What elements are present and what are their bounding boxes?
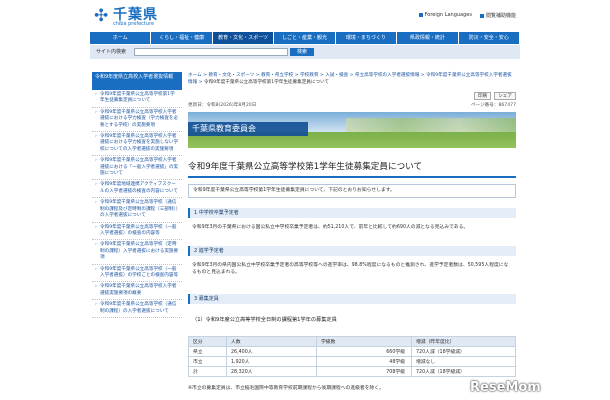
table-header: 増減（昨年度比） xyxy=(411,336,516,347)
sidebar-item[interactable]: 令和9年度千葉県公立高等学校第1学年生徒募集定員について xyxy=(92,90,182,108)
section-heading: 3 募集定員 xyxy=(188,294,516,304)
breadcrumb-link[interactable]: 学校教育 xyxy=(300,73,318,78)
logo-subtext: chiba prefecture xyxy=(113,21,155,27)
table-cell: 48学級 xyxy=(316,356,412,367)
sidebar-item[interactable]: 令和9年度千葉県公立高等学校（通信制の課程及び定時制の課程（三部制））の入学者選… xyxy=(92,198,182,223)
banner-title: 千葉県教育委員会 xyxy=(188,122,308,136)
breadcrumb-link[interactable]: 教育・文化・スポーツ xyxy=(208,73,254,78)
lead-box: 令和9年度千葉県公立高等学校第1学年生徒募集定員について、下記のとおりお知らせし… xyxy=(188,184,516,198)
sidebar: 令和9年度県立高校入学者選抜情報 令和9年度千葉県公立高等学校第1学年生徒募集定… xyxy=(92,72,182,400)
square-bullet-icon xyxy=(418,12,423,17)
table-caption: （1）令和9年度公立高等学校全日制の課程第1学年の募集定員 xyxy=(192,317,337,323)
search-label: サイト内検索 xyxy=(96,49,127,55)
table-cell: 1,920人 xyxy=(226,356,317,367)
table-cell: 720人減（18学級減） xyxy=(411,346,516,357)
table-cell: 708学級 xyxy=(316,366,412,377)
table-header: 区分 xyxy=(188,336,227,347)
table-cell: 28,320人 xyxy=(226,366,317,377)
sidebar-item[interactable]: 令和9年度地域連携アクティブスクールの入学者選抜の検査の内容について xyxy=(92,180,182,199)
resemom-watermark: ReseMom xyxy=(470,380,541,395)
table-row: 県立 26,400人 660学級 720人減（18学級減） xyxy=(188,346,516,357)
sidebar-item[interactable]: 令和9年度千葉県公立高等学校（一般入学者選抜）の学校ごとの検査内容等 xyxy=(92,265,182,283)
breadcrumb: ホーム > 教育・文化・スポーツ > 教育・県立学校 > 学校教育 > 入試・検… xyxy=(188,73,512,85)
nav-environment[interactable]: 環境・まちづくり xyxy=(336,32,398,44)
sidebar-item[interactable]: 令和9年度千葉県公立高等学校入学者選抜における学力検査を実施しない学校についての… xyxy=(92,132,182,157)
updated-date: 更新日：令和8(2026)年8月20日 xyxy=(188,103,257,108)
sidebar-item[interactable]: 令和9年度千葉県公立高等学校入学者選抜実施要項の概要 xyxy=(92,282,182,301)
nav-safety[interactable]: 防災・安全・安心 xyxy=(459,32,520,44)
sidebar-item[interactable]: 令和9年度千葉県公立高等学校（一般入学者選抜）の検査の内容等 xyxy=(92,223,182,241)
nav-education[interactable]: 教育・文化・スポーツ xyxy=(212,32,275,44)
nav-home[interactable]: ホーム xyxy=(90,32,152,44)
global-nav: ホーム くらし・福祉・健康 教育・文化・スポーツ しごと・産業・観光 環境・まち… xyxy=(90,32,520,44)
banner-photo xyxy=(346,118,516,132)
sidebar-heading[interactable]: 令和9年度県立高校入学者選抜情報 xyxy=(92,72,182,90)
accessibility-link[interactable]: 閲覧補助機能 xyxy=(479,12,516,19)
breadcrumb-link[interactable]: 県立高等学校の入学者選抜情報 xyxy=(355,73,419,78)
sidebar-item[interactable]: 令和9年度千葉県公立高等学校入学者選抜における学力検査（学力検査を必要とする学校… xyxy=(92,108,182,133)
square-bullet-icon xyxy=(479,13,484,18)
section-text: 令和9年3月の千葉県における国公私立中学校卒業予定者は、約51,210人で、前年… xyxy=(192,225,469,230)
page-meta: 更新日：令和8(2026)年8月20日 ページ番号：867477 xyxy=(188,102,516,108)
section-heading: 2 進学予定者 xyxy=(188,246,516,256)
share-tools: 印刷 シェア xyxy=(474,92,516,100)
share-button[interactable]: シェア xyxy=(494,92,516,100)
search-input[interactable] xyxy=(134,48,288,56)
table-header-row: 区分 人数 学級数 増減（昨年度比） xyxy=(188,336,516,347)
table-cell: 720人減（18学級減） xyxy=(411,366,516,377)
board-banner: 千葉県教育委員会 xyxy=(188,112,516,148)
quota-table: 区分 人数 学級数 増減（昨年度比） 県立 26,400人 660学級 720人… xyxy=(188,336,516,377)
breadcrumb-link[interactable]: 教育・県立学校 xyxy=(261,73,293,78)
site-header: ✣ 千葉県 chiba prefecture Foreign Languages… xyxy=(90,2,520,32)
search-button[interactable]: 検索 xyxy=(290,48,314,56)
section-heading: 1 中学校卒業予定者 xyxy=(188,208,516,218)
utility-links: Foreign Languages 閲覧補助機能 xyxy=(418,12,516,19)
site-search: サイト内検索 検索 xyxy=(90,45,520,59)
main-content: ホーム > 教育・文化・スポーツ > 教育・県立学校 > 学校教育 > 入試・検… xyxy=(188,72,516,400)
table-cell: 計 xyxy=(188,366,227,377)
table-header: 学級数 xyxy=(316,336,412,347)
chiba-emblem-icon: ✣ xyxy=(94,6,109,26)
sidebar-item[interactable]: 令和9年度千葉県公立高等学校（通信制の課程）の入学者選抜について xyxy=(92,300,182,318)
nav-government[interactable]: 県政情報・統計 xyxy=(397,32,459,44)
table-cell: 市立 xyxy=(188,356,227,367)
page-id: ページ番号：867477 xyxy=(470,103,516,108)
print-button[interactable]: 印刷 xyxy=(474,92,492,100)
table-row: 市立 1,920人 48学級 増減なし xyxy=(188,356,516,367)
table-note: ※市立の募集定員は、市立稲毛国際中等教育学校前期課程から後期課程への進級者を除く… xyxy=(188,386,384,391)
table-cell: 増減なし xyxy=(411,356,516,367)
table-cell: 26,400人 xyxy=(226,346,317,357)
site-logo[interactable]: ✣ 千葉県 chiba prefecture xyxy=(94,4,174,32)
table-row: 計 28,320人 708学級 720人減（18学級減） xyxy=(188,366,516,377)
breadcrumb-link[interactable]: ホーム xyxy=(188,73,202,78)
breadcrumb-link[interactable]: 入試・検査 xyxy=(325,73,348,78)
breadcrumb-current: 令和9年度千葉県公立高等学校第1学年生徒募集定員について xyxy=(203,80,330,85)
section-text: 令和9年3月の県内国公私立中学校卒業予定者の高等学校等への進学率は、98.8%程… xyxy=(192,263,509,275)
table-cell: 県立 xyxy=(188,346,227,357)
page: ✣ 千葉県 chiba prefecture Foreign Languages… xyxy=(90,0,520,400)
page-title: 令和9年度千葉県公立高等学校第1学年生徒募集定員について xyxy=(188,160,516,178)
nav-work[interactable]: しごと・産業・観光 xyxy=(274,32,336,44)
sidebar-item[interactable]: 令和9年度千葉県公立高等学校入学者選抜における「一般入学者選抜」の実施について xyxy=(92,156,182,181)
foreign-languages-link[interactable]: Foreign Languages xyxy=(418,12,472,19)
nav-life[interactable]: くらし・福祉・健康 xyxy=(151,32,213,44)
table-cell: 660学級 xyxy=(316,346,412,357)
sidebar-item[interactable]: 令和9年度千葉県公立高等学校（定時制の課程）入学者選抜における実施要項 xyxy=(92,240,182,265)
table-header: 人数 xyxy=(226,336,317,347)
